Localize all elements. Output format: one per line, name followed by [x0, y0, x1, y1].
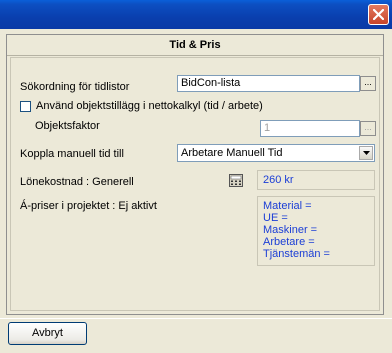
close-button[interactable]	[368, 4, 389, 25]
unit-prices-label: Á-priser i projektet : Ej aktivt	[20, 200, 157, 212]
dialog-window: Tid & Pris Sökordning för tidlistor BidC…	[0, 0, 392, 353]
sort-order-field[interactable]: BidCon-lista	[177, 75, 360, 92]
settings-group: Sökordning för tidlistor BidCon-lista ..…	[10, 57, 380, 311]
object-factor-field[interactable]: 1	[260, 120, 360, 137]
unit-prices-box: Material = UE = Maskiner = Arbetare = Tj…	[257, 196, 375, 266]
calculator-icon[interactable]	[229, 174, 243, 187]
object-factor-label: Objektsfaktor	[35, 120, 100, 132]
sort-order-label: Sökordning för tidlistor	[20, 81, 130, 93]
object-surcharge-label: Använd objektstillägg i nettokalkyl (tid…	[36, 100, 263, 112]
manual-time-select[interactable]: Arbetare Manuell Tid	[177, 144, 375, 162]
tid-pris-panel: Tid & Pris Sökordning för tidlistor BidC…	[6, 34, 384, 315]
unit-price-maskiner: Maskiner =	[263, 224, 318, 236]
object-surcharge-checkbox[interactable]	[20, 101, 31, 112]
sort-order-browse-button[interactable]: ...	[360, 76, 376, 91]
title-bar	[0, 0, 392, 29]
unit-price-material: Material =	[263, 200, 312, 212]
wage-cost-value: 260 kr	[257, 170, 375, 190]
manual-time-value: Arbetare Manuell Tid	[181, 147, 283, 159]
unit-price-arbetare: Arbetare =	[263, 236, 315, 248]
manual-time-label: Koppla manuell tid till	[20, 148, 124, 160]
object-factor-browse-button[interactable]: ...	[360, 121, 376, 136]
panel-title: Tid & Pris	[7, 35, 383, 56]
wage-cost-label: Lönekostnad : Generell	[20, 176, 134, 188]
unit-price-tjansteman: Tjänstemän =	[263, 248, 330, 260]
dropdown-button[interactable]	[359, 146, 373, 160]
close-icon	[373, 9, 384, 20]
unit-price-ue: UE =	[263, 212, 288, 224]
cancel-button[interactable]: Avbryt	[8, 322, 87, 345]
chevron-down-icon	[363, 151, 370, 155]
footer-divider	[0, 318, 392, 319]
